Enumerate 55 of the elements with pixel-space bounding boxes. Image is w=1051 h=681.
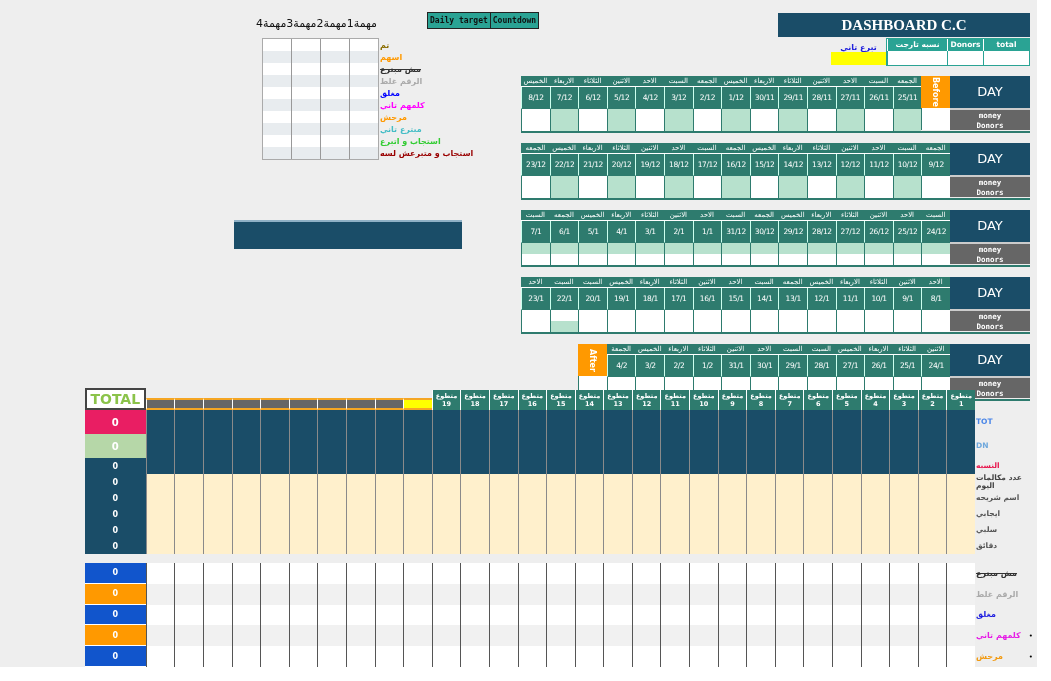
status-label: استجاب و اتبرع [380, 136, 441, 146]
day-header: DAY [950, 344, 1030, 378]
period-label: Before [921, 76, 950, 108]
total-value: 0 [84, 434, 146, 458]
column-header [288, 398, 318, 410]
row-label: مرحش [976, 652, 1003, 662]
total-value: 0 [84, 474, 146, 490]
total-value: 0 [84, 458, 146, 474]
column-header [174, 398, 203, 410]
total-value: 0 [84, 583, 146, 605]
sheet-button[interactable]: Countdown [489, 13, 539, 28]
task-heading: مهمة2 [316, 17, 347, 30]
second-donation-label: تبرع تاني [840, 43, 877, 52]
status-label: استجاب و متبرعش لسه [380, 148, 474, 158]
total-value: 0 [84, 625, 146, 647]
sheet-button[interactable]: Daily target [428, 13, 490, 28]
day-header: DAY [950, 76, 1030, 110]
total-value: 0 [84, 563, 146, 584]
column-header [260, 398, 289, 410]
total-value: 0 [84, 522, 146, 538]
total-value: 0 [84, 410, 146, 434]
status-label: تم [380, 40, 390, 50]
column-header [345, 398, 375, 410]
column-header [202, 398, 232, 410]
status-label: مش مبترع [380, 64, 421, 74]
total-header: TOTAL [84, 388, 146, 410]
column-header [145, 398, 175, 410]
column-header [231, 398, 261, 410]
highlight-cell [831, 52, 886, 65]
status-label: مغلق [380, 88, 400, 98]
row-label: الرقم غلط [976, 589, 1019, 599]
status-label: مبترع تاني [380, 124, 422, 134]
status-label: كلمهم تاني [380, 100, 425, 110]
column-header [317, 398, 346, 410]
dashboard-title: DASHBOARD C.C [778, 13, 1030, 37]
period-label: After [578, 344, 607, 376]
task-heading: مهمة4 [256, 17, 287, 30]
total-value: 0 [84, 506, 146, 522]
total-value: 0 [84, 538, 146, 554]
day-header: DAY [950, 277, 1030, 311]
row-label: مش مبترع [976, 568, 1017, 578]
row-label: مغلق [976, 610, 996, 620]
task-heading: مهمة3 [286, 17, 317, 30]
column-header [403, 398, 432, 410]
day-header: DAY [950, 143, 1030, 177]
total-value: 0 [84, 604, 146, 626]
task-heading: مهمة1 [346, 17, 377, 30]
status-label: اسهم [380, 52, 403, 62]
total-value: 0 [84, 646, 146, 667]
status-label: مرحش [380, 112, 407, 122]
column-header [374, 398, 404, 410]
total-value: 0 [84, 490, 146, 506]
status-label: الرقم غلط [380, 76, 423, 86]
row-label: كلمهم تاني [976, 631, 1021, 641]
day-header: DAY [950, 210, 1030, 244]
